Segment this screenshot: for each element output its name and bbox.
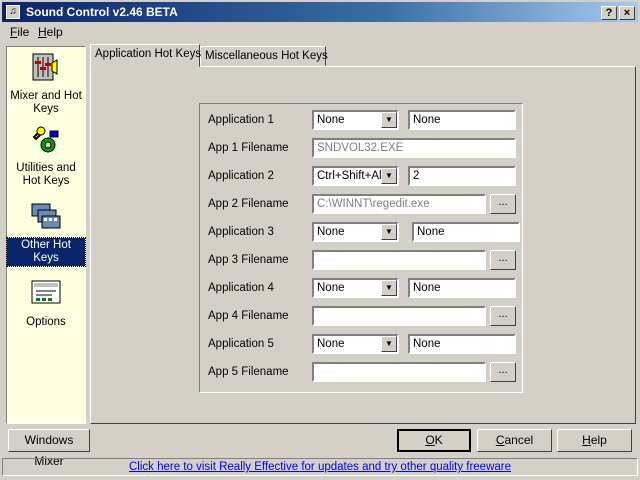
- application-2-key-field[interactable]: 2: [408, 166, 516, 186]
- sidebar-item-label: Utilities and Hot Keys: [16, 162, 76, 187]
- chevron-down-icon[interactable]: ▼: [381, 224, 397, 240]
- menu-bar: File Help: [2, 22, 638, 40]
- help-button[interactable]: Help: [557, 429, 632, 452]
- chevron-down-icon[interactable]: ▼: [381, 280, 397, 296]
- menu-help[interactable]: Help: [38, 25, 63, 39]
- windows-mixer-button[interactable]: Windows Mixer: [8, 429, 90, 468]
- chevron-down-icon[interactable]: ▼: [381, 112, 397, 128]
- sidebar-item-mixer[interactable]: Mixer and Hot Keys: [7, 51, 85, 116]
- chevron-down-icon[interactable]: ▼: [381, 336, 397, 352]
- sidebar-item-utilities[interactable]: Utilities and Hot Keys: [7, 123, 85, 188]
- window-title: Sound Control v2.46 BETA: [26, 5, 178, 19]
- sidebar-item-label: Other Hot Keys: [6, 237, 86, 267]
- application-5-modifier-select[interactable]: None ▼: [312, 334, 399, 354]
- application-4-key-field[interactable]: None: [408, 278, 516, 298]
- application-3-key-field[interactable]: None: [412, 222, 520, 242]
- sidebar-item-options[interactable]: Options: [7, 277, 85, 329]
- cancel-button[interactable]: Cancel: [477, 429, 552, 452]
- application-2-label: Application 2: [208, 170, 274, 182]
- app-3-filename-label: App 3 Filename: [208, 254, 289, 266]
- title-bar[interactable]: ♫ Sound Control v2.46 BETA ? ×: [2, 2, 638, 22]
- tab-application-hot-keys[interactable]: Application Hot Keys: [90, 44, 201, 67]
- application-3-label: Application 3: [208, 226, 274, 238]
- application-1-key-field[interactable]: None: [408, 110, 516, 130]
- app-5-filename-field[interactable]: [312, 362, 486, 382]
- other-hotkeys-icon: [31, 203, 61, 229]
- utilities-icon: [32, 126, 59, 153]
- mixer-icon: [32, 53, 58, 81]
- sidebar: Mixer and Hot Keys Utilities and Hot Key…: [6, 46, 86, 424]
- app-4-filename-label: App 4 Filename: [208, 310, 289, 322]
- close-button[interactable]: ×: [619, 6, 635, 20]
- help-title-button[interactable]: ?: [601, 6, 617, 20]
- application-1-label: Application 1: [208, 114, 274, 126]
- application-4-label: Application 4: [208, 282, 274, 294]
- application-hotkeys-group: Application 1 None ▼ None App 1 Filename …: [199, 103, 523, 393]
- app-3-browse-button[interactable]: ...: [490, 250, 516, 270]
- app-5-browse-button[interactable]: ...: [490, 362, 516, 382]
- application-3-modifier-select[interactable]: None ▼: [312, 222, 399, 242]
- app-2-filename-label: App 2 Filename: [208, 198, 289, 210]
- app-window: ♫ Sound Control v2.46 BETA ? × File Help…: [0, 0, 640, 480]
- sidebar-item-label: Options: [26, 316, 66, 328]
- app-4-filename-field[interactable]: [312, 306, 486, 326]
- ok-button[interactable]: OK: [397, 429, 471, 452]
- app-3-filename-field[interactable]: [312, 250, 486, 270]
- app-2-filename-field[interactable]: C:\WINNT\regedit.exe: [312, 194, 486, 214]
- app-icon[interactable]: ♫: [6, 5, 20, 19]
- tab-area: Application Hot Keys Miscellaneous Hot K…: [90, 44, 636, 424]
- app-1-filename-field[interactable]: SNDVOL32.EXE: [312, 138, 516, 158]
- menu-file[interactable]: File: [10, 25, 29, 39]
- tab-panel: Application 1 None ▼ None App 1 Filename …: [90, 66, 636, 424]
- tab-miscellaneous-hot-keys[interactable]: Miscellaneous Hot Keys: [200, 46, 328, 66]
- app-1-filename-label: App 1 Filename: [208, 142, 289, 154]
- application-1-modifier-select[interactable]: None ▼: [312, 110, 399, 130]
- application-5-label: Application 5: [208, 338, 274, 350]
- app-4-browse-button[interactable]: ...: [490, 306, 516, 326]
- updates-link[interactable]: Click here to visit Really Effective for…: [3, 461, 637, 473]
- options-icon: [31, 280, 61, 304]
- app-5-filename-label: App 5 Filename: [208, 366, 289, 378]
- application-5-key-field[interactable]: None: [408, 334, 516, 354]
- application-2-modifier-select[interactable]: Ctrl+Shift+Alt ▼: [312, 166, 399, 186]
- sidebar-item-label: Mixer and Hot Keys: [10, 90, 82, 115]
- application-4-modifier-select[interactable]: None ▼: [312, 278, 399, 298]
- status-bar: Click here to visit Really Effective for…: [2, 458, 638, 476]
- sidebar-item-other-hot-keys[interactable]: Other Hot Keys: [6, 199, 86, 267]
- chevron-down-icon[interactable]: ▼: [381, 168, 397, 184]
- app-2-browse-button[interactable]: ...: [490, 194, 516, 214]
